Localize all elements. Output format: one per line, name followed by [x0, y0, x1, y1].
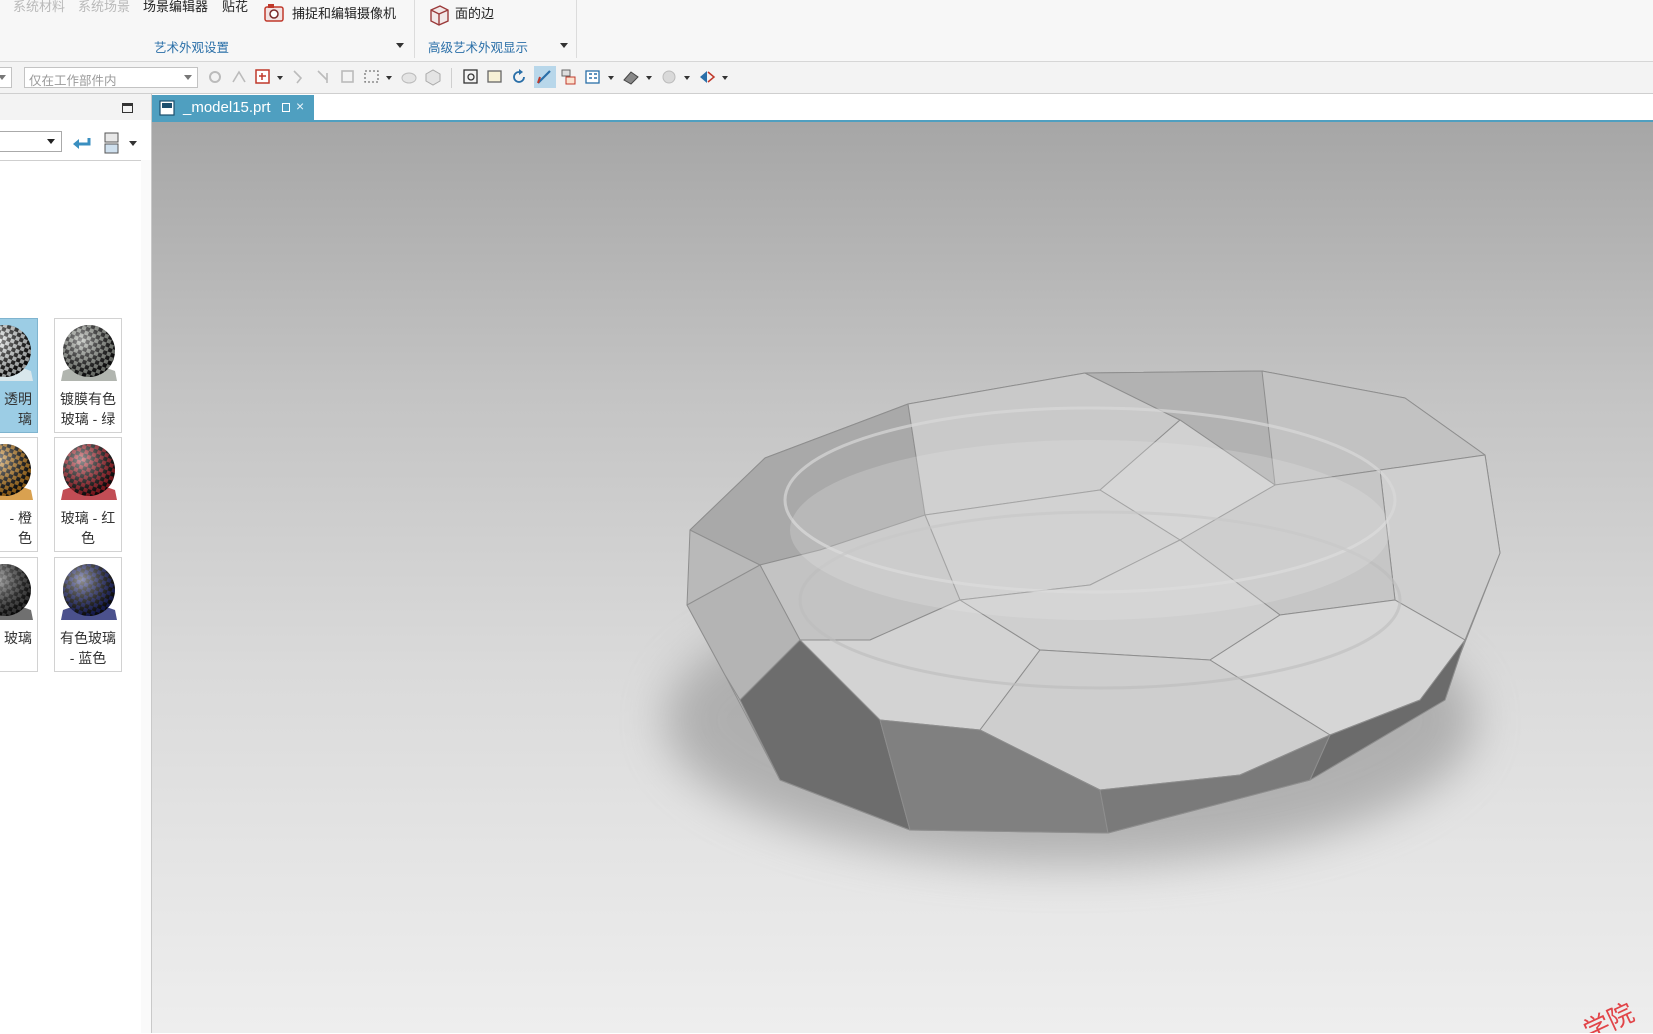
select-all-solid-icon[interactable] — [424, 68, 442, 86]
panel-scrollbar[interactable] — [141, 160, 151, 1033]
chevron-down-icon[interactable] — [722, 76, 728, 80]
snap-point-icon[interactable] — [230, 68, 248, 86]
face-edges-button[interactable]: 面的边 — [455, 7, 494, 29]
material-preview-sphere-icon — [61, 325, 117, 381]
ribbon-separator — [414, 0, 415, 58]
type-filter-dropdown[interactable] — [0, 67, 12, 88]
material-preview-sphere-icon — [61, 564, 117, 620]
decal-button[interactable]: 贴花 — [222, 0, 248, 22]
graphics-window[interactable]: 学院 — [152, 122, 1653, 1033]
material-tile[interactable]: - 橙 色 — [0, 437, 38, 552]
toolbar-separator — [451, 68, 452, 88]
render-style-icon[interactable] — [584, 68, 602, 86]
chevron-down-icon[interactable] — [129, 141, 137, 146]
rectangle-select-icon[interactable] — [363, 68, 381, 86]
material-tile[interactable]: 有色玻璃 - 蓝色 — [54, 557, 122, 672]
group-label-advanced-display: 高级艺术外观显示 — [428, 41, 529, 55]
material-tile[interactable]: 镀膜有色 玻璃 - 绿 — [54, 318, 122, 433]
gear-filter-icon[interactable] — [206, 68, 224, 86]
chevron-down-icon — [184, 75, 192, 80]
capture-camera-button[interactable]: 捕捉和编辑摄像机 — [292, 7, 396, 29]
scope-filter-value: 仅在工作部件内 — [29, 74, 117, 88]
material-label: - 橙 色 — [9, 510, 32, 546]
rotate-icon[interactable] — [510, 68, 528, 86]
scope-filter-dropdown[interactable]: 仅在工作部件内 — [24, 67, 198, 88]
chevron-down-icon[interactable] — [608, 76, 614, 80]
view-triad-icon[interactable] — [698, 68, 716, 86]
tab-close-button[interactable]: × — [296, 98, 304, 114]
material-tile[interactable]: 玻璃 - 红 色 — [54, 437, 122, 552]
selection-toolbar: 仅在工作部件内 — [0, 62, 1653, 94]
chevron-down-icon — [0, 75, 6, 80]
material-label: 透明 璃 — [4, 391, 32, 427]
material-preview-sphere-icon — [0, 564, 33, 620]
material-label: 镀膜有色 玻璃 - 绿 — [60, 391, 116, 427]
chevron-down-icon[interactable] — [277, 76, 283, 80]
maximize-icon[interactable] — [122, 103, 133, 113]
material-tile[interactable]: 透明 璃 — [0, 318, 38, 433]
material-preview-sphere-icon — [0, 325, 33, 381]
lighting-sphere-icon[interactable] — [660, 68, 678, 86]
view-mode-icon[interactable] — [104, 132, 120, 154]
system-materials-button[interactable]: 系统材料 — [13, 0, 65, 22]
material-list: 透明 璃 镀膜有色 玻璃 - 绿 - 橙 色 玻璃 - 红 色 玻璃 有色玻璃 … — [0, 160, 141, 1034]
ribbon: 系统材料 系统场景 场景编辑器 贴花 捕捉和编辑摄像机 面的边 艺术外观设置 高… — [0, 0, 1653, 62]
undock-icon[interactable] — [282, 103, 290, 112]
back-arrow-icon[interactable] — [72, 134, 92, 152]
system-scenes-button[interactable]: 系统场景 — [78, 0, 130, 22]
fit-view-icon[interactable] — [462, 68, 480, 86]
layers-icon[interactable] — [560, 68, 578, 86]
group-expand-advanced-display[interactable] — [560, 43, 568, 48]
chevron-down-icon[interactable] — [684, 76, 690, 80]
library-filter-dropdown[interactable] — [0, 131, 62, 152]
material-tile[interactable]: 玻璃 — [0, 557, 38, 672]
body-filter-icon[interactable] — [339, 68, 357, 86]
curve-rule-icon[interactable] — [291, 68, 309, 86]
zoom-window-icon[interactable] — [486, 68, 504, 86]
document-tabbar: _model15.prt × — [152, 94, 1653, 121]
tab-label: _model15.prt — [183, 99, 271, 116]
tab-model15[interactable]: _model15.prt × — [152, 95, 314, 121]
orient-view-icon[interactable] — [534, 66, 556, 88]
material-preview-sphere-icon — [61, 444, 117, 500]
cube-face-edges-icon — [430, 5, 449, 26]
inner-bore-glass — [790, 440, 1390, 620]
scene-editor-button[interactable]: 场景编辑器 — [143, 0, 208, 22]
face-rule-icon[interactable] — [315, 68, 333, 86]
material-label: 有色玻璃 - 蓝色 — [60, 630, 116, 666]
chevron-down-icon[interactable] — [646, 76, 652, 80]
group-expand-art-appearance[interactable] — [396, 43, 404, 48]
camera-icon — [264, 4, 284, 22]
group-label-art-appearance: 艺术外观设置 — [154, 41, 230, 55]
material-label: 玻璃 — [4, 630, 32, 646]
ribbon-separator — [576, 0, 577, 58]
model-render — [665, 370, 1501, 865]
panel-header — [0, 94, 151, 120]
select-box-icon[interactable] — [254, 68, 272, 86]
material-preview-sphere-icon — [0, 444, 33, 500]
edge-display-icon[interactable] — [622, 68, 640, 86]
chevron-down-icon[interactable] — [386, 76, 392, 80]
select-hidden-icon[interactable] — [400, 68, 418, 86]
material-library-panel: 透明 璃 镀膜有色 玻璃 - 绿 - 橙 色 玻璃 - 红 色 玻璃 有色玻璃 … — [0, 94, 152, 1033]
chevron-down-icon — [47, 139, 55, 144]
material-label: 玻璃 - 红 色 — [60, 510, 116, 546]
part-file-icon — [159, 100, 175, 116]
